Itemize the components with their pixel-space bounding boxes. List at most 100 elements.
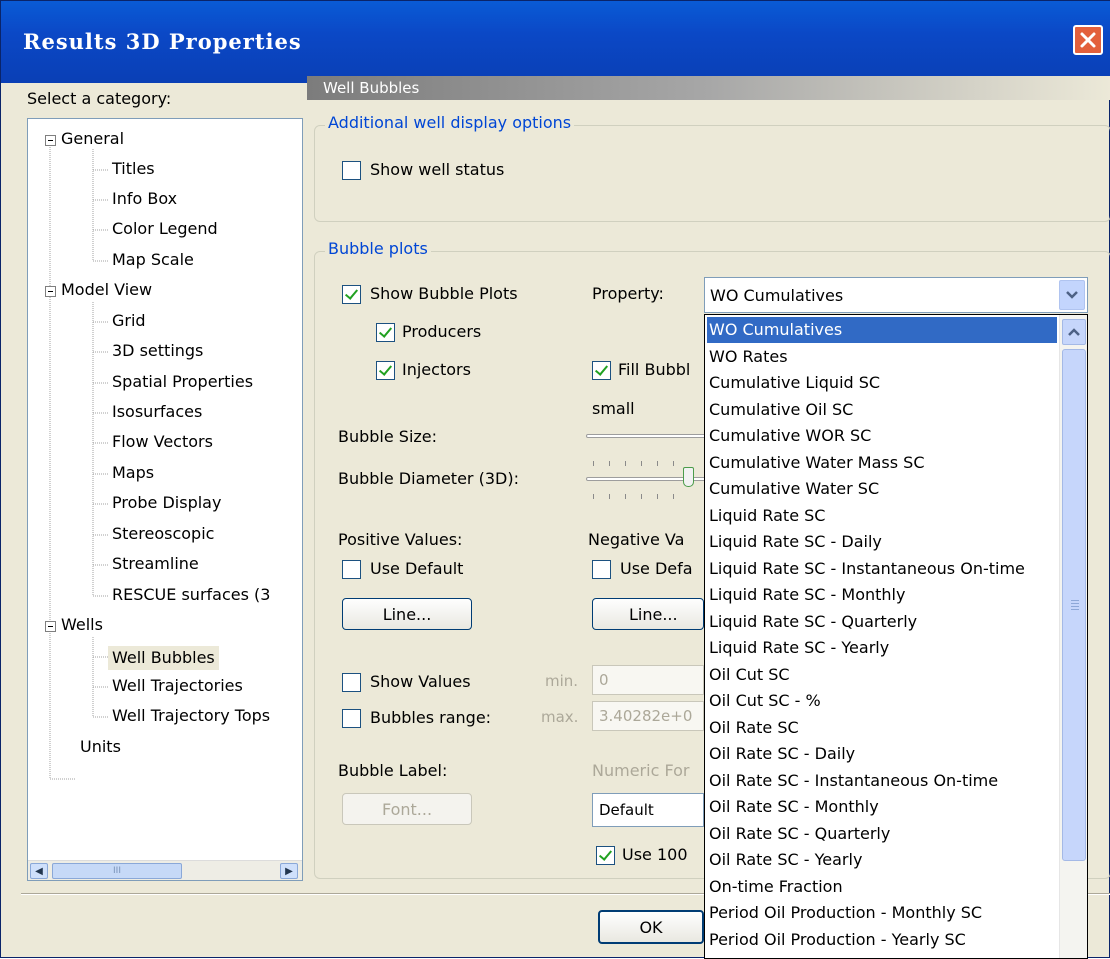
tree-item-units[interactable]: Units [80,737,121,757]
dropdown-option[interactable]: WO Cumulatives [707,317,1057,343]
dropdown-option[interactable]: Liquid Rate SC - Yearly [707,635,1057,661]
tree-item-isosurfaces[interactable]: Isosurfaces [112,402,202,422]
dropdown-option[interactable]: Oil Rate SC - Monthly [707,794,1057,820]
dropdown-option[interactable]: On-time Fraction [707,874,1057,900]
dropdown-option[interactable]: Cumulative Water Mass SC [707,450,1057,476]
bubbles-range-checkbox[interactable] [342,709,361,728]
dropdown-option[interactable]: Cumulative Oil SC [707,397,1057,423]
dropdown-option[interactable]: Oil Rate SC [707,715,1057,741]
tree-horizontal-scrollbar[interactable]: ◀ III ▶ [28,860,302,880]
max-value-input[interactable]: 3.40282e+0 [592,701,704,731]
dropdown-vertical-scrollbar[interactable] [1059,315,1087,958]
wells-collapse-icon[interactable] [45,621,56,632]
dropdown-option[interactable]: Oil Cut SC [707,662,1057,688]
show-well-status-checkbox[interactable] [342,161,361,180]
tree-item-probe-display[interactable]: Probe Display [112,493,221,513]
chevron-up-icon[interactable] [1062,319,1086,345]
use-1000-separator-checkbox[interactable] [596,846,615,865]
tree-item-info-box[interactable]: Info Box [112,189,177,209]
tree-item-label: Spatial Properties [112,372,254,391]
scroll-thumb-grip: III [113,866,121,876]
close-icon [1080,32,1096,48]
tree-item-label: 3D settings [112,341,204,360]
min-value-input[interactable]: 0 [592,665,704,695]
tree-item-label: General [61,129,125,148]
dropdown-option[interactable]: Oil Rate SC - Quarterly [707,821,1057,847]
model-view-collapse-icon[interactable] [45,286,56,297]
scroll-left-icon[interactable]: ◀ [30,863,48,879]
dropdown-option[interactable]: Cumulative Water SC [707,476,1057,502]
dropdown-option[interactable]: WO Rates [707,344,1057,370]
numeric-format-select[interactable]: Default [592,793,704,827]
dropdown-option[interactable]: Oil Rate SC - Instantaneous On-time [707,768,1057,794]
dropdown-scrollbar-thumb[interactable] [1062,349,1086,861]
dropdown-option[interactable]: Liquid Rate SC - Instantaneous On-time [707,556,1057,582]
tree-item-well-trajectories[interactable]: Well Trajectories [112,676,243,696]
dropdown-option[interactable]: Oil Rate SC - Yearly [707,847,1057,873]
bubble-size-label: Bubble Size: [338,427,438,446]
dropdown-option[interactable]: Period Oil Production - Yearly SC [707,927,1057,953]
tree-item-label: Stereoscopic [112,524,215,543]
ok-button[interactable]: OK [598,910,704,944]
dropdown-option[interactable]: Liquid Rate SC - Daily [707,529,1057,555]
dropdown-option[interactable]: Liquid Rate SC [707,503,1057,529]
injectors-checkbox[interactable] [376,361,395,380]
tree-item-flow-vectors[interactable]: Flow Vectors [112,432,213,452]
dropdown-option[interactable]: Liquid Rate SC - Monthly [707,582,1057,608]
tree-item-label: Well Trajectory Tops [112,706,271,725]
tree-item-model-view[interactable]: Model View [61,280,152,300]
tree-item-well-trajectory-tops[interactable]: Well Trajectory Tops [112,706,270,726]
tree-item-label: Well Bubbles [108,646,219,670]
chevron-down-icon[interactable] [1059,280,1085,310]
tree-item-label: Streamline [112,554,199,573]
property-select[interactable]: WO Cumulatives [704,277,1088,313]
close-button[interactable] [1073,25,1103,55]
producers-checkbox[interactable] [376,323,395,342]
tree-item-general[interactable]: General [61,129,124,149]
negative-use-default-checkbox[interactable] [592,560,611,579]
tree-item-titles[interactable]: Titles [112,159,155,179]
tree-item-spatial-properties[interactable]: Spatial Properties [112,372,253,392]
dropdown-option[interactable]: Oil Cut SC - % [707,688,1057,714]
tree-item-grid[interactable]: Grid [112,311,146,331]
title-bar[interactable]: Results 3D Properties [1,1,1110,83]
show-values-label: Show Values [370,672,471,691]
tree-item-3d-settings[interactable]: 3D settings [112,341,203,361]
general-collapse-icon[interactable] [45,135,56,146]
tree-item-maps[interactable]: Maps [112,463,154,483]
negative-line-button[interactable]: Line... [592,598,704,630]
scrollbar-thumb[interactable]: III [52,863,182,879]
tree-item-map-scale[interactable]: Map Scale [112,250,194,270]
tree-item-wells[interactable]: Wells [61,615,103,635]
bubble-diameter-ticks [593,494,703,500]
scroll-right-icon[interactable]: ▶ [280,863,298,879]
show-bubble-plots-checkbox[interactable] [342,285,361,304]
dropdown-option[interactable]: Oil Rate SC - Daily [707,741,1057,767]
tree-item-label: Wells [61,615,103,634]
dialog-window: Results 3D Properties Select a category: [0,0,1110,959]
property-label: Property: [592,284,664,303]
dropdown-option[interactable]: Cumulative Liquid SC [707,370,1057,396]
fill-bubbles-checkbox[interactable] [592,361,611,380]
category-tree[interactable]: General Titles Info Box Color Legend Map… [27,118,303,881]
positive-line-button[interactable]: Line... [342,598,472,630]
dropdown-option[interactable]: Period Oil Production - Monthly SC [707,900,1057,926]
tree-item-stereoscopic[interactable]: Stereoscopic [112,524,214,544]
tree-item-label: Info Box [112,189,178,208]
tree-item-color-legend[interactable]: Color Legend [112,219,218,239]
positive-use-default-checkbox[interactable] [342,560,361,579]
tree-item-label: Isosurfaces [112,402,203,421]
dropdown-option[interactable]: Liquid Rate SC - Quarterly [707,609,1057,635]
tree-item-streamline[interactable]: Streamline [112,554,199,574]
size-small-label: small [592,399,635,418]
dropdown-option[interactable]: Cumulative WOR SC [707,423,1057,449]
bubble-size-slider[interactable] [586,434,706,438]
show-values-checkbox[interactable] [342,673,361,692]
bubble-diameter-slider-thumb[interactable] [683,467,694,487]
property-dropdown-list[interactable]: WO Cumulatives WO Rates Cumulative Liquid … [704,314,1088,959]
use-1000-separator-label: Use 100 [622,845,688,864]
font-button[interactable]: Font... [342,793,472,825]
tree-item-well-bubbles[interactable]: Well Bubbles [108,646,219,670]
bubble-label-label: Bubble Label: [338,761,448,780]
tree-item-rescue-surfaces[interactable]: RESCUE surfaces (3 [112,585,270,605]
